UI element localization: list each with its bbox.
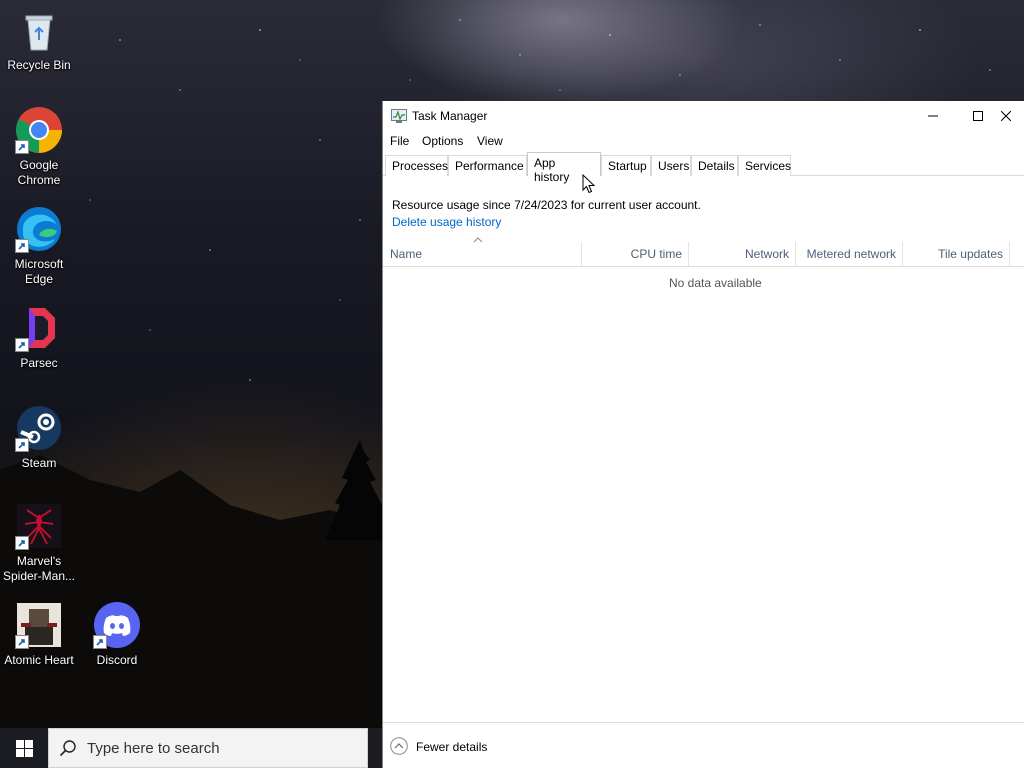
search-placeholder: Type here to search	[87, 739, 220, 757]
atomic-heart-icon	[15, 601, 63, 649]
title-bar[interactable]: Task Manager	[383, 101, 1024, 131]
window-footer: Fewer details	[383, 722, 1024, 768]
shortcut-arrow-icon	[15, 338, 29, 352]
tab-strip: Processes Performance App history Startu…	[383, 152, 1024, 184]
shortcut-arrow-icon	[93, 635, 107, 649]
tab-details[interactable]: Details	[691, 155, 738, 176]
recycle-bin-label: Recycle Bin	[7, 58, 71, 72]
discord-icon	[93, 601, 141, 649]
start-button[interactable]	[0, 728, 48, 768]
recycle-bin-icon	[15, 6, 63, 54]
column-cpu-time[interactable]: CPU time	[582, 242, 689, 266]
shortcut-arrow-icon	[15, 140, 29, 154]
column-network-label: Network	[744, 247, 789, 261]
desktop-icon-steam[interactable]: Steam	[1, 404, 77, 471]
column-cpu-time-label: CPU time	[630, 247, 682, 261]
search-icon	[49, 739, 87, 757]
column-metered-network[interactable]: Metered network	[796, 242, 903, 266]
column-header-row: Name CPU time Network Metered network Ti…	[383, 242, 1024, 267]
discord-label: Discord	[96, 653, 138, 667]
mouse-cursor-icon	[582, 174, 596, 194]
resource-usage-text: Resource usage since 7/24/2023 for curre…	[392, 198, 701, 212]
menu-bar: File Options View	[383, 131, 1024, 151]
column-name[interactable]: Name	[383, 242, 582, 266]
desktop-icon-recycle-bin[interactable]: Recycle Bin	[1, 6, 77, 73]
window-title: Task Manager	[412, 109, 488, 123]
steam-label: Steam	[21, 456, 57, 470]
desktop-icon-discord[interactable]: Discord	[79, 601, 155, 668]
shortcut-arrow-icon	[15, 438, 29, 452]
tab-startup[interactable]: Startup	[601, 155, 651, 176]
menu-view[interactable]: View	[477, 134, 503, 148]
close-icon	[1001, 111, 1011, 121]
parsec-icon	[15, 304, 63, 352]
empty-state-message: No data available	[669, 276, 762, 290]
tab-processes[interactable]: Processes	[385, 155, 448, 176]
minimize-icon	[928, 115, 938, 117]
spiderman-icon	[15, 502, 63, 550]
chevron-up-circle-icon[interactable]	[390, 737, 408, 760]
task-manager-window: Task Manager File Options View Processes…	[382, 101, 1024, 768]
column-metered-network-label: Metered network	[806, 247, 896, 261]
edge-icon	[15, 205, 63, 253]
column-tile-updates[interactable]: Tile updates	[903, 242, 1010, 266]
desktop-icon-parsec[interactable]: Parsec	[1, 304, 77, 371]
minimize-button[interactable]	[910, 101, 956, 131]
column-tile-updates-label: Tile updates	[938, 247, 1003, 261]
close-button[interactable]	[1001, 101, 1024, 131]
maximize-icon	[973, 111, 983, 121]
atomic-heart-label: Atomic Heart	[4, 653, 74, 667]
delete-usage-history-link[interactable]: Delete usage history	[392, 215, 501, 229]
parsec-label: Parsec	[20, 356, 58, 370]
desktop-icon-chrome[interactable]: Google Chrome	[1, 106, 77, 188]
shortcut-arrow-icon	[15, 635, 29, 649]
taskbar-search-box[interactable]: Type here to search	[48, 728, 368, 768]
tab-users[interactable]: Users	[651, 155, 691, 176]
desktop-icon-edge[interactable]: Microsoft Edge	[1, 205, 77, 287]
tab-app-history[interactable]: App history	[527, 152, 601, 184]
chrome-label: Google Chrome	[17, 158, 61, 187]
column-network[interactable]: Network	[689, 242, 796, 266]
tab-services[interactable]: Services	[738, 155, 791, 176]
steam-icon	[15, 404, 63, 452]
menu-file[interactable]: File	[390, 134, 409, 148]
task-manager-app-icon	[391, 109, 407, 128]
shortcut-arrow-icon	[15, 239, 29, 253]
maximize-button[interactable]	[955, 101, 1001, 131]
spiderman-label: Marvel's Spider-Man...	[2, 554, 76, 583]
desktop-icon-atomic-heart[interactable]: Atomic Heart	[1, 601, 77, 668]
shortcut-arrow-icon	[15, 536, 29, 550]
column-name-label: Name	[390, 247, 423, 261]
desktop-icon-spiderman[interactable]: Marvel's Spider-Man...	[1, 502, 77, 584]
chrome-icon	[15, 106, 63, 154]
fewer-details-button[interactable]: Fewer details	[416, 740, 487, 754]
menu-options[interactable]: Options	[422, 134, 463, 148]
tab-performance[interactable]: Performance	[448, 155, 527, 176]
edge-label: Microsoft Edge	[14, 257, 64, 286]
taskbar: Type here to search	[0, 728, 382, 768]
windows-logo-icon	[15, 739, 33, 757]
